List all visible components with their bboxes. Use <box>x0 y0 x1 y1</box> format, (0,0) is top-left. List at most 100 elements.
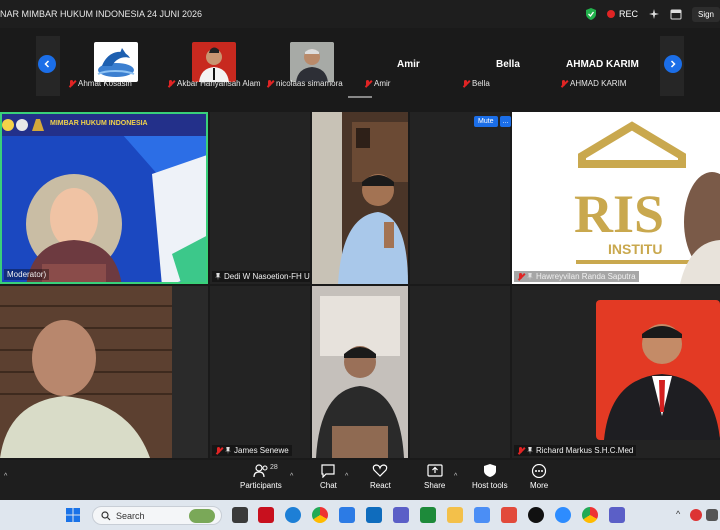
chat-button[interactable]: Chat <box>320 464 337 490</box>
teams-icon[interactable] <box>393 507 409 523</box>
participant-tag: James Senewe <box>212 445 292 456</box>
edge-icon[interactable] <box>285 507 301 523</box>
pin-icon <box>527 446 533 455</box>
more-button[interactable]: More <box>530 464 548 490</box>
moderator-video <box>2 114 206 282</box>
tray-chevron-up-icon[interactable]: ^ <box>676 509 680 519</box>
video-tile-bald-man[interactable] <box>0 286 208 458</box>
participant-name: Bella <box>472 79 490 88</box>
filmstrip-prev-button[interactable] <box>38 55 56 73</box>
host-tools-label: Host tools <box>472 481 508 490</box>
sparkle-icon[interactable] <box>648 8 660 20</box>
participant-name: AHMAD KARIM <box>570 79 627 88</box>
mic-muted-icon <box>517 272 524 281</box>
title-bar: NAR MIMBAR HUKUM INDONESIA 24 JUNI 2026 … <box>0 0 720 28</box>
host-tools-button[interactable]: Host tools <box>472 464 508 490</box>
video-tile-empty[interactable] <box>410 286 510 458</box>
participant-thumbnail[interactable] <box>290 42 334 82</box>
mcafee-icon[interactable] <box>258 507 274 523</box>
chevron-up-icon[interactable]: ^ <box>345 473 348 480</box>
taskbar-search-box[interactable]: Search <box>92 506 222 525</box>
participants-label: Participants <box>240 481 282 490</box>
chrome-profile-icon[interactable] <box>582 507 598 523</box>
mute-button[interactable]: Mute <box>474 116 498 127</box>
windows-start-icon[interactable] <box>66 508 80 522</box>
participant-name: nicolaas simamora <box>276 79 343 88</box>
more-dots-icon <box>531 464 547 478</box>
encryption-shield-icon[interactable] <box>585 8 597 20</box>
video-tile-james[interactable]: James Senewe <box>210 286 310 458</box>
video-tile-hawreyvilan[interactable]: RIS INSTITU Hawreyvilan Randa Saputra <box>512 112 720 284</box>
participant-name: Dedi W Nasoetion-FH Unitomo <box>224 272 310 281</box>
chat-icon <box>320 464 336 478</box>
outlook-icon[interactable] <box>366 507 382 523</box>
participant-name: Hawreyvilan Randa Saputra <box>536 272 636 281</box>
file-explorer-icon[interactable] <box>447 507 463 523</box>
task-view-icon[interactable] <box>232 507 248 523</box>
chevron-right-icon <box>670 60 676 68</box>
react-button[interactable]: React <box>370 464 391 490</box>
zoom-icon[interactable] <box>555 507 571 523</box>
dolphin-avatar-image <box>97 48 135 77</box>
pin-icon <box>527 272 533 281</box>
copilot-icon[interactable] <box>474 507 490 523</box>
participants-count: 28 <box>270 464 278 471</box>
participant-video <box>0 286 208 458</box>
participant-video <box>312 112 408 284</box>
participant-video <box>312 286 408 458</box>
participants-icon <box>253 464 269 478</box>
tile-more-button[interactable]: ... <box>499 116 512 127</box>
participant-tag: Dedi W Nasoetion-FH Unitomo <box>212 271 310 282</box>
sign-in-button[interactable]: Sign <box>691 6 720 22</box>
chrome-icon[interactable] <box>312 507 328 523</box>
participant-name-display[interactable]: Amir <box>397 59 420 70</box>
filmstrip-next-button[interactable] <box>664 55 682 73</box>
react-label: React <box>370 481 391 490</box>
shield-icon <box>482 464 498 478</box>
participant-name-display[interactable]: Bella <box>496 59 520 70</box>
participant-name: Akbar Hariyansah Alam <box>177 79 261 88</box>
chevron-up-icon[interactable]: ^ <box>454 473 457 480</box>
chevron-left-icon <box>44 60 50 68</box>
tile-hover-controls: Mute ... <box>474 116 512 127</box>
todo-icon[interactable] <box>339 507 355 523</box>
notification-app-icon[interactable] <box>609 507 625 523</box>
windows-taskbar: Search ^ <box>0 500 720 530</box>
filmstrip-name-label: AHMAD KARIM <box>560 79 626 88</box>
recording-indicator[interactable]: REC <box>606 9 638 19</box>
wifi-icon[interactable] <box>706 509 718 521</box>
mic-muted-icon <box>215 446 222 455</box>
video-tile-moderator[interactable]: MIMBAR HUKUM INDONESIA Moderator) <box>0 112 208 284</box>
meeting-title: NAR MIMBAR HUKUM INDONESIA 24 JUNI 2026 <box>0 9 203 19</box>
participant-name: Ahmat Kosasih <box>78 79 132 88</box>
mic-muted-icon <box>517 446 524 455</box>
video-tile-man-blue-shirt[interactable] <box>312 112 408 284</box>
participant-thumbnail[interactable] <box>192 42 236 82</box>
chevron-up-icon[interactable]: ^ <box>290 473 293 480</box>
chevron-up-icon[interactable]: ^ <box>4 473 7 480</box>
meeting-controls-bar: ^ Participants 28 ^ Chat ^ React Share ^… <box>0 460 720 500</box>
video-tile-richard[interactable]: Richard Markus S.H.C.Med <box>512 286 720 458</box>
excel-icon[interactable] <box>420 507 436 523</box>
pin-icon <box>225 446 231 455</box>
mic-muted-icon <box>364 79 371 88</box>
media-player-icon[interactable] <box>528 507 544 523</box>
participant-tag: Moderator) <box>4 269 50 280</box>
search-icon <box>101 510 111 520</box>
video-tile-empty[interactable] <box>410 112 510 284</box>
filmstrip-name-label: Amir <box>364 79 390 88</box>
share-screen-icon <box>427 464 443 478</box>
video-tile-dedi[interactable]: Dedi W Nasoetion-FH Unitomo <box>210 112 310 284</box>
tray-app-icon[interactable] <box>690 509 702 521</box>
search-placeholder: Search <box>116 510 145 521</box>
chat-label: Chat <box>320 481 337 490</box>
calendar-icon[interactable] <box>670 8 682 20</box>
person-photo <box>199 47 229 82</box>
recording-label: REC <box>618 9 638 19</box>
share-button[interactable]: Share <box>424 464 445 490</box>
participant-thumbnail[interactable] <box>94 42 138 82</box>
app-icon[interactable] <box>501 507 517 523</box>
more-label: More <box>530 481 549 490</box>
video-tile-man-uniform[interactable] <box>312 286 408 458</box>
participant-name-display[interactable]: AHMAD KARIM <box>566 59 639 70</box>
